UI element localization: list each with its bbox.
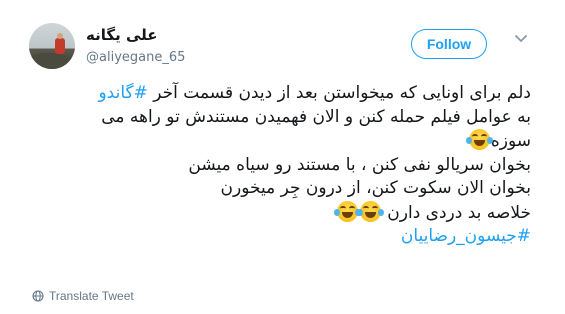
tweet-line: سوزه <box>31 129 531 154</box>
tweet-text-segment: بخوان سریالو نفی کنن ، با مستند رو سیاه … <box>188 154 531 175</box>
translate-tweet-label: Translate Tweet <box>49 289 134 303</box>
tweet-text-segment: بخوان الان سکوت کنن، از درون جِر میخورن <box>220 178 531 198</box>
tweet-line: بخوان سریالو نفی کنن ، با مستند رو سیاه … <box>31 154 531 178</box>
tweet-text-segment: به عوامل فیلم حمله کنن و الان فهمیدن مست… <box>101 106 531 127</box>
tweet-text: دلم برای اونایی که میخواستن بعد از دیدن … <box>31 82 531 249</box>
laughing-crying-emoji-icon <box>465 129 493 150</box>
tweet-card: علی یگانه @aliyegane_65 Follow دلم برای … <box>0 0 565 314</box>
avatar[interactable] <box>29 23 75 69</box>
avatar-person-head <box>57 33 63 39</box>
follow-button[interactable]: Follow <box>411 29 487 59</box>
tweet-text-segment: سوزه <box>490 131 531 151</box>
translate-tweet-link[interactable]: Translate Tweet <box>32 289 134 303</box>
display-name[interactable]: علی یگانه <box>86 26 206 44</box>
laughing-crying-emoji-icon <box>356 200 384 222</box>
user-handle[interactable]: @aliyegane_65 <box>86 50 185 65</box>
tweet-line: دلم برای اونایی که میخواستن بعد از دیدن … <box>31 82 531 106</box>
hashtag-link[interactable]: #گاندو <box>98 83 147 103</box>
avatar-person <box>55 38 65 54</box>
tweet-line: #جیسون_رضاییان <box>31 225 531 249</box>
tweet-text-segment: خلاصه بد دردی دارن <box>387 202 531 223</box>
laughing-crying-emoji-icon <box>333 200 361 222</box>
avatar-rock <box>29 53 75 69</box>
tweet-line: بخوان الان سکوت کنن، از درون جِر میخورن <box>31 177 531 201</box>
chevron-down-icon <box>515 35 527 42</box>
more-options-button[interactable] <box>510 30 532 48</box>
tweet-line: خلاصه بد دردی دارن <box>31 200 531 226</box>
tweet-text-segment: دلم برای اونایی که میخواستن بعد از دیدن … <box>147 83 531 103</box>
hashtag-link[interactable]: #جیسون_رضاییان <box>401 226 531 246</box>
globe-icon <box>32 290 44 302</box>
tweet-line: به عوامل فیلم حمله کنن و الان فهمیدن مست… <box>31 106 531 130</box>
